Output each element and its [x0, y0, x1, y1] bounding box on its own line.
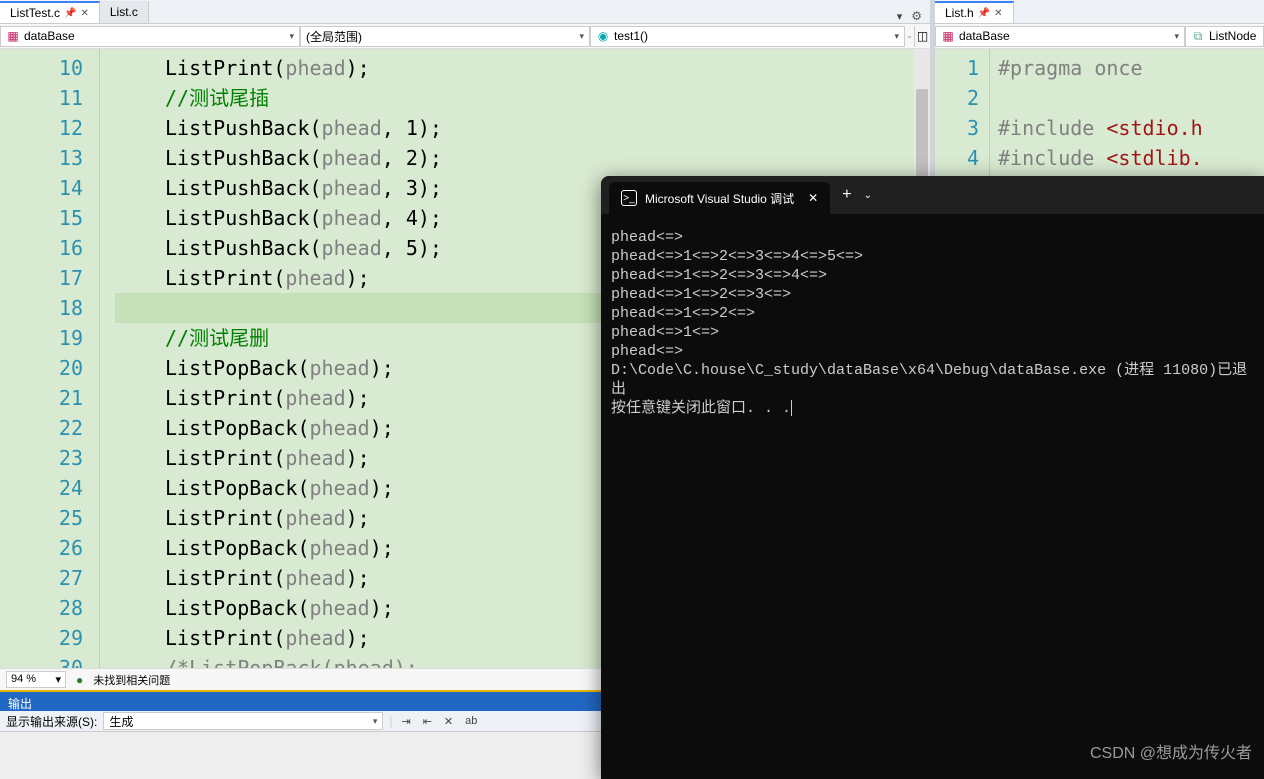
chevron-down-icon: ▾ [285, 31, 294, 42]
close-icon[interactable]: ✕ [994, 8, 1002, 19]
gear-icon[interactable]: ⚙ [907, 9, 926, 23]
scope-combo-3[interactable]: ◉ test1() ▾ [590, 26, 905, 47]
fold-column[interactable] [100, 49, 115, 668]
tab-label: ListTest.c [10, 6, 60, 20]
tab-listtest-c[interactable]: ListTest.c 📌 ✕ [0, 1, 100, 23]
pin-icon[interactable]: 📌 [64, 8, 76, 19]
terminal-title: Microsoft Visual Studio 调试 [645, 190, 794, 207]
close-icon[interactable]: ✕ [802, 191, 818, 205]
function-icon: ◉ [596, 29, 610, 43]
scope-combo-2[interactable]: ⧉ ListNode [1185, 26, 1264, 47]
close-icon[interactable]: ✕ [80, 8, 88, 19]
chevron-down-icon: ▾ [890, 31, 899, 42]
terminal-app-icon: >_ [621, 190, 637, 206]
line-number-gutter: 1011121314151617181920212223242526272829… [0, 49, 100, 668]
chevron-down-icon: ▾ [369, 716, 378, 727]
terminal-output[interactable]: phead<=>phead<=>1<=>2<=>3<=>4<=>5<=>phea… [601, 214, 1264, 432]
scope-combo-1[interactable]: ▦ dataBase ▾ [0, 26, 300, 47]
tool-icon[interactable]: ⇤ [420, 715, 435, 728]
check-icon: ● [76, 673, 83, 687]
tool-icon[interactable]: ab [462, 715, 480, 727]
chevron-down-icon[interactable]: ⌄ [864, 190, 872, 201]
struct-icon: ⧉ [1191, 29, 1205, 43]
debug-terminal-window[interactable]: >_ Microsoft Visual Studio 调试 ✕ + ⌄ phea… [601, 176, 1264, 779]
split-view-button[interactable]: ◫ [914, 26, 930, 47]
left-tab-strip: ListTest.c 📌 ✕ List.c ▾ ⚙ [0, 0, 930, 24]
scope-combo-2[interactable]: (全局范围) ▾ [300, 26, 590, 47]
zoom-combo[interactable]: 94 %▾ [6, 671, 66, 688]
chevron-down-icon: ▾ [55, 673, 61, 686]
tab-list-c[interactable]: List.c [100, 1, 149, 23]
right-tab-strip: List.h 📌 ✕ [935, 0, 1264, 24]
right-nav-bar: ▦ dataBase ▾ ⧉ ListNode [935, 24, 1264, 49]
dropdown-icon[interactable]: ▾ [894, 10, 906, 23]
left-nav-bar: ▦ dataBase ▾ (全局范围) ▾ ◉ test1() ▾ - ◫ [0, 24, 930, 49]
split-icon: ◫ [917, 29, 928, 43]
output-source-combo[interactable]: 生成 ▾ [103, 712, 383, 730]
terminal-titlebar[interactable]: >_ Microsoft Visual Studio 调试 ✕ + ⌄ [601, 176, 1264, 214]
project-icon: ▦ [941, 29, 955, 43]
tool-icon[interactable]: ⇥ [398, 715, 413, 728]
tab-list-h[interactable]: List.h 📌 ✕ [935, 1, 1014, 23]
watermark: CSDN @想成为传火者 [1090, 739, 1252, 763]
tab-label: List.c [110, 5, 138, 19]
chevron-down-icon: ▾ [575, 31, 584, 42]
chevron-down-icon: ▾ [1170, 31, 1179, 42]
tool-icon[interactable]: ✕ [441, 715, 456, 728]
issues-text: 未找到相关问题 [93, 672, 170, 688]
nav-dash: - [905, 29, 914, 43]
tab-label: List.h [945, 6, 974, 20]
pin-icon[interactable]: 📌 [978, 8, 990, 19]
terminal-tab[interactable]: >_ Microsoft Visual Studio 调试 ✕ [609, 182, 830, 214]
output-source-label: 显示输出来源(S): [6, 713, 97, 730]
project-icon: ▦ [6, 29, 20, 43]
scope-combo-1[interactable]: ▦ dataBase ▾ [935, 26, 1185, 47]
new-tab-button[interactable]: + [830, 186, 863, 204]
